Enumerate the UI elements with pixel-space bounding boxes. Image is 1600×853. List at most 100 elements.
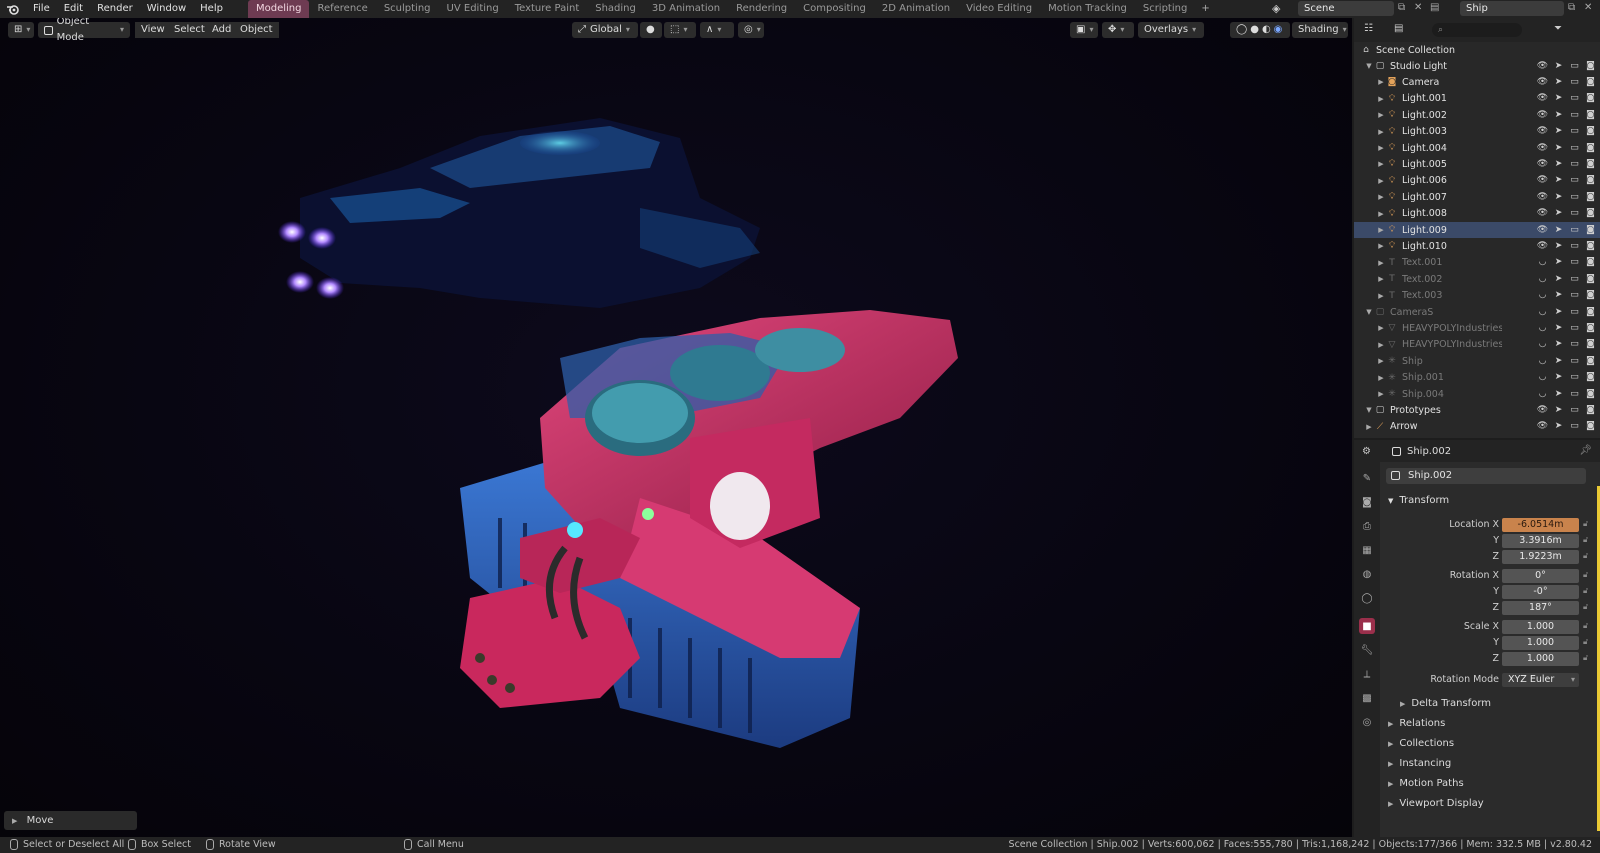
workspace-tab-sculpting[interactable]: Sculpting [376,0,439,18]
outliner-editor-icon[interactable]: ☷ [1364,23,1373,34]
expand-triangle-icon[interactable]: ▶ [1376,242,1386,250]
select-arrow-icon[interactable]: ➤ [1553,355,1564,366]
expand-triangle-icon[interactable]: ▶ [1376,193,1386,201]
lock-icon[interactable]: 🔓︎ [1583,551,1588,561]
location-x-field[interactable]: -6.0514m [1502,518,1579,532]
menu-select[interactable]: Select [168,22,211,38]
view-layer-new-icon[interactable]: ⧉ [1568,2,1575,13]
collections-panel[interactable]: ▶ Collections [1388,738,1454,749]
viewport-disable-icon[interactable]: ▭ [1569,224,1580,235]
expand-triangle-icon[interactable]: ▶ [1376,226,1386,234]
last-operator-panel[interactable]: ▶ Move [4,811,137,830]
eye-icon[interactable]: 👁︎ [1537,93,1548,104]
render-camera-icon[interactable]: ◙ [1585,175,1596,186]
lock-icon[interactable]: 🔓︎ [1583,602,1588,612]
expand-triangle-icon[interactable]: ▶ [1376,341,1386,349]
expand-triangle-icon[interactable]: ▶ [1376,111,1386,119]
eye-icon[interactable]: 👁︎ [1537,224,1548,235]
expand-triangle-icon[interactable]: ▶ [1376,144,1386,152]
outliner-row[interactable]: ▶ ◙ Camera 👁︎ ➤ ▭ ◙ [1354,74,1600,90]
menu-render[interactable]: Render [90,0,140,18]
render-camera-icon[interactable]: ◙ [1585,191,1596,202]
overlays-button[interactable]: Overlays ▾ [1138,22,1204,38]
render-camera-icon[interactable]: ◙ [1585,109,1596,120]
shading-modes[interactable]: ◯ ● ◐ ◉ [1230,22,1290,38]
select-arrow-icon[interactable]: ➤ [1553,93,1564,104]
eye-icon[interactable]: 👁︎ [1537,60,1548,71]
viewport-disable-icon[interactable]: ▭ [1569,290,1580,301]
view-layer-tab-icon[interactable]: ▦ [1359,542,1375,558]
world-tab-icon[interactable]: ◯ [1359,590,1375,606]
select-arrow-icon[interactable]: ➤ [1553,257,1564,268]
workspace-tab-3d-animation[interactable]: 3D Animation [644,0,728,18]
viewport-disable-icon[interactable]: ▭ [1569,322,1580,333]
scene-new-icon[interactable]: ⧉ [1398,2,1405,13]
proportional-edit-button[interactable]: ∧ ▾ [700,22,734,38]
lock-icon[interactable]: 🔓︎ [1583,586,1588,596]
eye-icon[interactable]: ◡ [1537,290,1548,301]
render-camera-icon[interactable]: ◙ [1585,60,1596,71]
expand-triangle-icon[interactable]: ▶ [1376,324,1386,332]
render-camera-icon[interactable]: ◙ [1585,224,1596,235]
lock-icon[interactable]: 🔓︎ [1583,535,1588,545]
solid-shading-icon[interactable]: ● [1250,22,1259,38]
material-shading-icon[interactable]: ◐ [1262,22,1271,38]
delta-transform-subpanel[interactable]: ▶ Delta Transform [1400,698,1491,709]
expand-triangle-icon[interactable]: ▶ [1376,374,1386,382]
render-camera-icon[interactable]: ◙ [1585,421,1596,432]
view-layer-selector[interactable]: Ship [1460,1,1564,16]
snap-button[interactable]: ⬚ ▾ [664,22,696,38]
outliner-row[interactable]: ▶ 💡︎ Light.008 👁︎ ➤ ▭ ◙ [1354,206,1600,222]
expand-triangle-icon[interactable]: ▶ [1376,357,1386,365]
select-arrow-icon[interactable]: ➤ [1553,421,1564,432]
expand-triangle-icon[interactable]: ▶ [1376,275,1386,283]
outliner-row[interactable]: ▶ 💡︎ Light.002 👁︎ ➤ ▭ ◙ [1354,107,1600,123]
expand-triangle-icon[interactable]: ▶ [1376,292,1386,300]
render-camera-icon[interactable]: ◙ [1585,388,1596,399]
expand-triangle-icon[interactable]: ▶ [1376,95,1386,103]
viewport-disable-icon[interactable]: ▭ [1569,355,1580,366]
output-tab-icon[interactable]: ⎙ [1359,518,1375,534]
blender-logo-icon[interactable] [0,0,26,18]
render-camera-icon[interactable]: ◙ [1585,126,1596,137]
eye-icon[interactable]: 👁︎ [1537,175,1548,186]
outliner-row[interactable]: ▼ ▢ Prototypes 👁︎ ➤ ▭ ◙ [1354,402,1600,418]
eye-icon[interactable]: 👁︎ [1537,109,1548,120]
3d-viewport[interactable]: ⊞ ▾ Object Mode ▾ View Select Add Object … [0,18,1352,837]
relations-panel[interactable]: ▶ Relations [1388,718,1445,729]
transform-section-header[interactable]: ▼ Transform [1388,495,1449,506]
menu-file[interactable]: File [26,0,57,18]
view-layer-close-icon[interactable]: ✕ [1584,2,1592,13]
viewport-display-panel[interactable]: ▶ Viewport Display [1388,798,1484,809]
eye-icon[interactable]: ◡ [1537,355,1548,366]
render-camera-icon[interactable]: ◙ [1585,322,1596,333]
scene-icon[interactable]: ◈ [1272,2,1280,15]
expand-triangle-icon[interactable]: ▶ [1364,423,1374,431]
outliner-row[interactable]: ▶ 💡︎ Light.009 👁︎ ➤ ▭ ◙ [1354,222,1600,238]
transform-orientation-selector[interactable]: ⤢ Global ▾ [572,22,638,38]
render-camera-icon[interactable]: ◙ [1585,93,1596,104]
workspace-tab-scripting[interactable]: Scripting [1135,0,1195,18]
select-arrow-icon[interactable]: ➤ [1553,372,1564,383]
render-camera-icon[interactable]: ◙ [1585,257,1596,268]
menu-object[interactable]: Object [234,22,279,38]
viewport-disable-icon[interactable]: ▭ [1569,388,1580,399]
scale-z-field[interactable]: 1.000 [1502,652,1579,666]
viewport-disable-icon[interactable]: ▭ [1569,273,1580,284]
motion-paths-panel[interactable]: ▶ Motion Paths [1388,778,1464,789]
scale-y-field[interactable]: 1.000 [1502,636,1579,650]
select-arrow-icon[interactable]: ➤ [1553,175,1564,186]
expand-triangle-icon[interactable]: ▶ [1376,160,1386,168]
select-arrow-icon[interactable]: ➤ [1553,290,1564,301]
lock-icon[interactable]: 🔓︎ [1583,519,1588,529]
add-workspace-button[interactable]: + [1195,0,1215,18]
scene-selector[interactable]: Scene [1298,1,1394,16]
menu-window[interactable]: Window [140,0,193,18]
rotation-y-field[interactable]: -0° [1502,585,1579,599]
pivot-point-button[interactable]: ● [640,22,662,38]
eye-icon[interactable]: 👁︎ [1537,158,1548,169]
render-camera-icon[interactable]: ◙ [1585,290,1596,301]
eye-icon[interactable]: ◡ [1537,388,1548,399]
workspace-tab-reference[interactable]: Reference [309,0,375,18]
workspace-tab-motion-tracking[interactable]: Motion Tracking [1040,0,1135,18]
